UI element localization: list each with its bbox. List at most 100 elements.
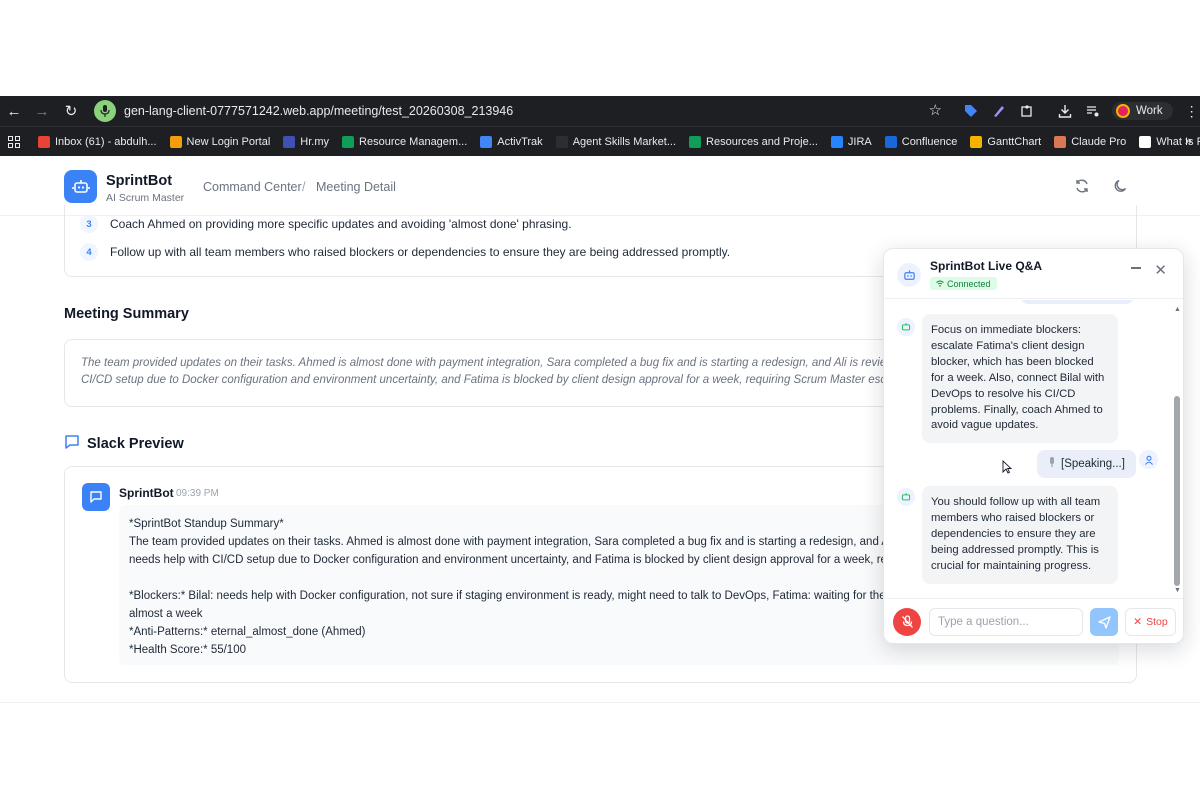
bookmark-item[interactable]: Resources and Proje... [689, 135, 818, 148]
sheets-icon [689, 135, 702, 148]
bot-avatar-icon [897, 318, 915, 336]
portal-icon [169, 135, 182, 148]
bookmark-label: JIRA [847, 135, 872, 148]
live-qa-title: SprintBot Live Q&A [930, 259, 1043, 273]
address-bar[interactable]: gen-lang-client-0777571242.web.app/meeti… [92, 99, 950, 123]
puzzle-extension-icon[interactable] [1018, 102, 1036, 120]
recommendation-item: 4 Follow up with all team members who ra… [80, 243, 730, 261]
bookmark-label: What Is Python? | A... [1156, 135, 1200, 148]
send-button[interactable] [1090, 608, 1118, 636]
mic-icon[interactable] [94, 100, 116, 122]
wifi-icon [936, 279, 944, 289]
recommendation-number: 3 [80, 215, 98, 233]
stop-label: Stop [1146, 616, 1168, 628]
media-list-icon[interactable] [1084, 102, 1102, 120]
recommendation-text: Follow up with all team members who rais… [110, 245, 731, 259]
bookmark-item[interactable]: Agent Skills Market... [555, 135, 677, 148]
bookmark-label: Claude Pro [1071, 135, 1127, 148]
pen-extension-icon[interactable] [990, 102, 1008, 120]
chat-input-row: ✕ Stop [884, 598, 1183, 643]
activtrak-icon [480, 135, 493, 148]
live-qa-header: SprintBot Live Q&A Connected ✕ [884, 249, 1183, 299]
bookmark-label: ActivTrak [497, 135, 543, 148]
bot-message: You should follow up with all team membe… [922, 486, 1118, 584]
bookmark-label: Hr.my [300, 135, 330, 148]
gmail-icon [38, 135, 50, 148]
bookmark-star-icon[interactable]: ☆ [929, 101, 942, 119]
confluence-icon [884, 135, 897, 148]
reload-icon[interactable]: ↻ [57, 97, 85, 125]
mouse-cursor-icon [1002, 459, 1013, 474]
bookmark-item[interactable]: GanttChart [970, 135, 1041, 148]
bookmark-item[interactable]: Confluence [884, 135, 957, 148]
claude-icon [1054, 135, 1067, 148]
breadcrumb-command-center[interactable]: Command Center [203, 180, 302, 194]
sprintbot-logo-icon[interactable] [64, 170, 97, 203]
hr-icon [283, 135, 296, 148]
question-input[interactable] [929, 608, 1083, 636]
brand-name: SprintBot [106, 173, 173, 189]
breadcrumb-separator: / [302, 180, 306, 194]
bookmark-label: Resource Managem... [359, 135, 468, 148]
recommendation-text: Coach Ahmed on providing more specific u… [110, 217, 572, 231]
chat-bubble-icon [64, 434, 80, 454]
minimize-icon[interactable] [1131, 267, 1141, 269]
jira-icon [830, 135, 843, 148]
back-icon[interactable]: ← [0, 97, 28, 125]
bot-avatar-icon [897, 488, 915, 506]
tag-extension-icon[interactable] [962, 102, 980, 120]
live-qa-panel: SprintBot Live Q&A Connected ✕ Focus on … [883, 248, 1184, 644]
robot-icon [897, 263, 921, 287]
scroll-up-icon[interactable]: ▲ [1174, 306, 1181, 313]
bookmark-item[interactable]: Claude Pro [1054, 135, 1127, 148]
profile-chip[interactable]: Work [1112, 102, 1173, 120]
slack-preview-heading: Slack Preview [64, 434, 184, 454]
bookmark-item[interactable]: JIRA [830, 135, 872, 148]
slack-timestamp: 09:39 PM [176, 488, 219, 499]
bookmark-label: Inbox (61) - abdulh... [55, 135, 157, 148]
user-message-text: [Speaking...] [1061, 458, 1125, 470]
bot-message: Focus on immediate blockers: escalate Fa… [922, 314, 1118, 444]
profile-avatar [1116, 104, 1130, 118]
bookmark-label: Agent Skills Market... [572, 135, 677, 148]
screenshot: ← → ↻ gen-lang-client-0777571242.web.app… [0, 0, 1200, 800]
refresh-icon[interactable] [1074, 178, 1090, 194]
bookmark-item[interactable]: Hr.my [283, 135, 330, 148]
slack-sender: SprintBot [119, 486, 174, 500]
browser-menu-icon[interactable]: ⋮ [1183, 102, 1200, 120]
bookmarks-bar: Inbox (61) - abdulh... New Login Portal Hr… [0, 126, 1200, 156]
download-icon[interactable] [1056, 102, 1074, 120]
scrollbar-thumb[interactable] [1174, 396, 1180, 586]
stop-button[interactable]: ✕ Stop [1125, 608, 1176, 636]
chat-messages-area[interactable]: Focus on immediate blockers: escalate Fa… [884, 300, 1183, 598]
profile-label: Work [1136, 105, 1163, 117]
si-icon [555, 135, 568, 148]
slack-preview-title: Slack Preview [87, 436, 184, 452]
user-avatar-icon [1139, 450, 1158, 469]
bookmark-item[interactable]: Resource Managem... [342, 135, 468, 148]
slack-bot-avatar-icon [82, 483, 110, 511]
brand-subtitle: AI Scrum Master [106, 192, 185, 204]
page-icon [1139, 135, 1152, 148]
mute-mic-button[interactable] [893, 608, 921, 636]
recommendation-number: 4 [80, 243, 98, 261]
user-message: [Speaking...] [1037, 450, 1136, 478]
more-bookmarks-icon[interactable]: » [1185, 133, 1192, 148]
extensions-row: Work ⋮ [962, 96, 1200, 126]
forward-icon[interactable]: → [28, 97, 56, 125]
connection-status-text: Connected [947, 278, 991, 289]
url-text[interactable]: gen-lang-client-0777571242.web.app/meeti… [124, 104, 513, 118]
dark-mode-moon-icon[interactable] [1113, 178, 1129, 194]
gantt-icon [970, 135, 983, 148]
breadcrumb-meeting-detail: Meeting Detail [316, 180, 396, 194]
bookmark-label: Resources and Proje... [706, 135, 818, 148]
close-icon[interactable]: ✕ [1154, 261, 1167, 279]
scroll-down-icon[interactable]: ▼ [1174, 587, 1181, 594]
bookmark-item[interactable]: Inbox (61) - abdulh... [38, 135, 157, 148]
page-bottom-divider [0, 702, 1200, 703]
bookmark-item[interactable]: ActivTrak [480, 135, 543, 148]
apps-grid-icon[interactable] [8, 135, 20, 148]
microphone-icon [1048, 457, 1056, 471]
bookmark-item[interactable]: New Login Portal [169, 135, 270, 148]
chat-scrollbar[interactable]: ▲ ▼ [1173, 306, 1181, 596]
